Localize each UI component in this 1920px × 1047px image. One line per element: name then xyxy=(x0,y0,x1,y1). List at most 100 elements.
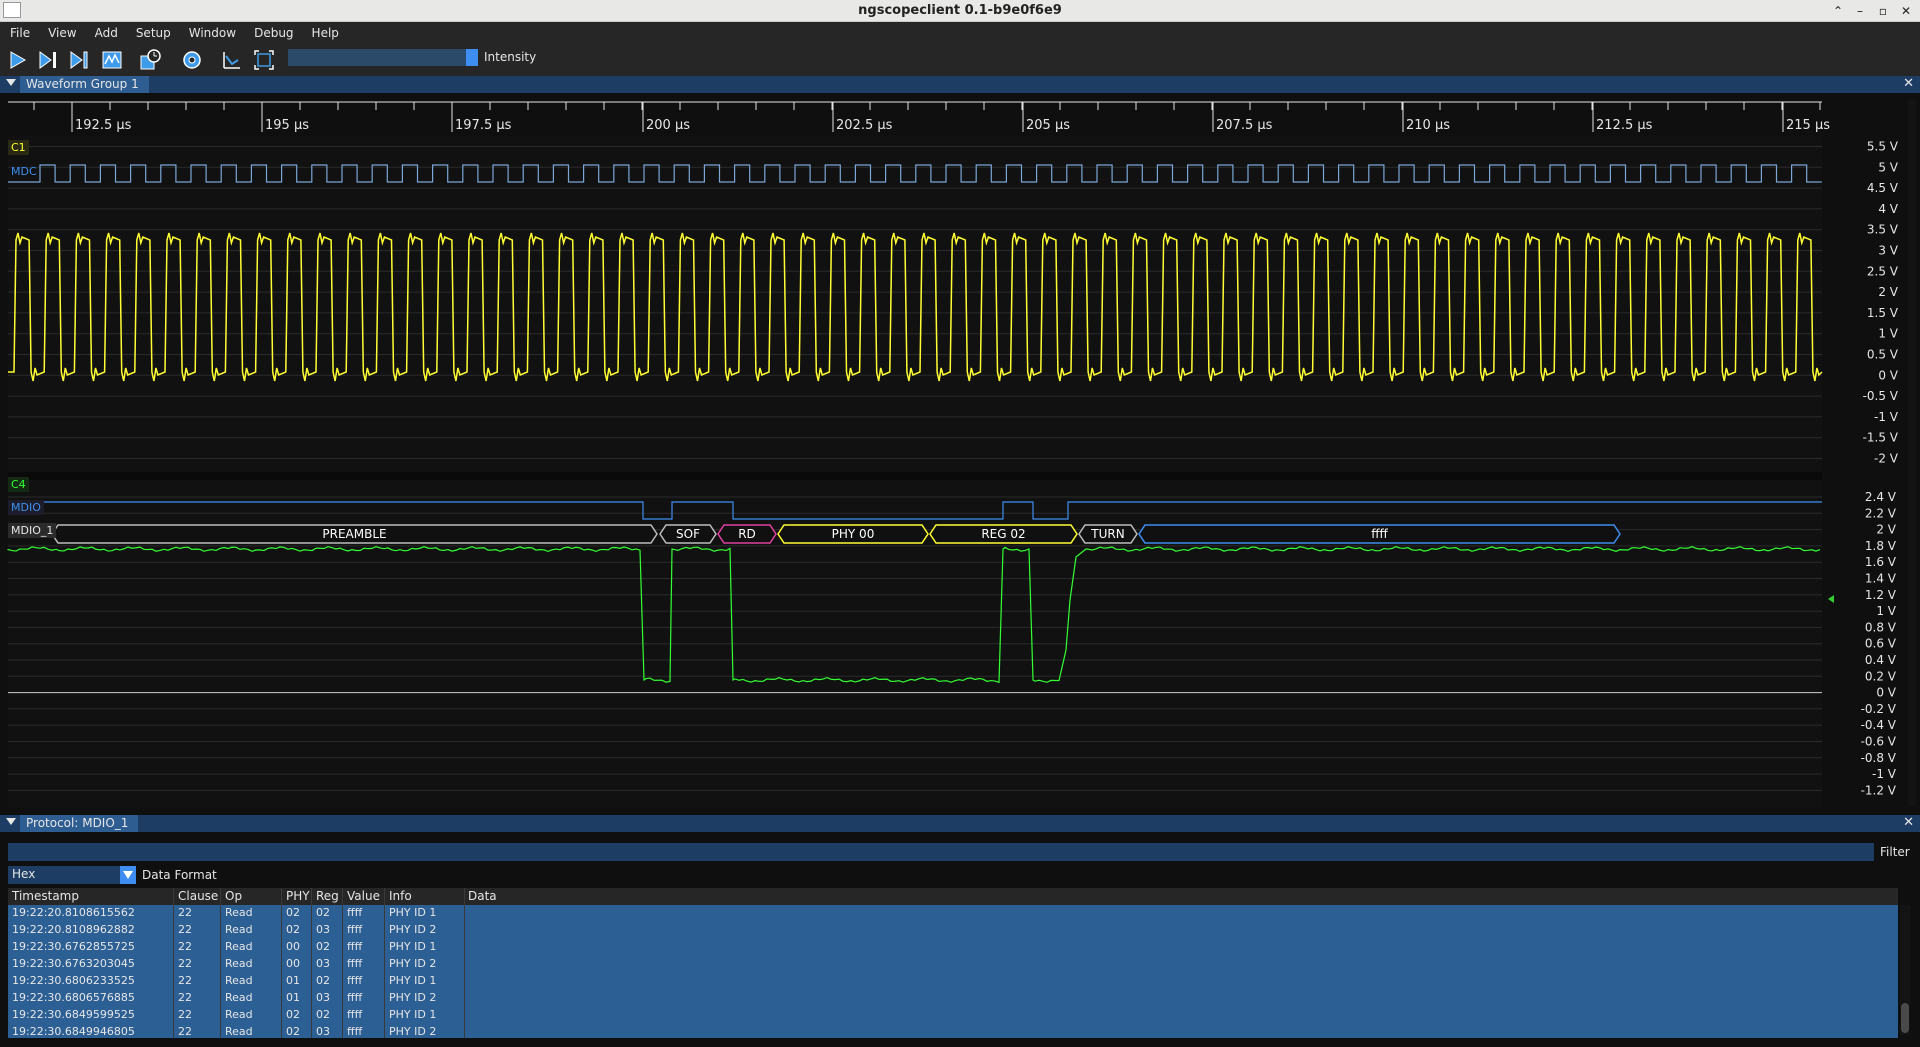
column-separator[interactable] xyxy=(311,888,312,1038)
cell-info: PHY ID 1 xyxy=(389,940,437,953)
intensity-slider[interactable] xyxy=(288,49,478,66)
menu-file[interactable]: File xyxy=(0,22,38,44)
column-separator[interactable] xyxy=(173,888,174,1038)
v-tick-label: 0 V xyxy=(1876,686,1896,700)
column-header-info[interactable]: Info xyxy=(389,889,412,903)
cell-clause: 22 xyxy=(178,906,192,919)
minimize-icon[interactable]: – xyxy=(1850,1,1870,21)
digital-label-mdio[interactable]: MDIO xyxy=(8,500,44,515)
table-row[interactable]: 19:22:30.6763203045 22 Read 00 03 ffff PHY ID … xyxy=(8,956,1898,973)
cell-op: Read xyxy=(225,906,253,919)
column-header-timestamp[interactable]: Timestamp xyxy=(12,889,79,903)
waveform-scrollbar[interactable] xyxy=(1908,100,1916,805)
column-separator[interactable] xyxy=(342,888,343,1038)
menu-help[interactable]: Help xyxy=(302,22,347,44)
v-tick-label: 0 V xyxy=(1878,368,1898,382)
table-row[interactable]: 19:22:30.6806233525 22 Read 01 02 ffff PHY ID … xyxy=(8,973,1898,990)
cell-info: PHY ID 2 xyxy=(389,923,437,936)
maximize-icon[interactable]: ▫ xyxy=(1873,1,1893,21)
column-separator[interactable] xyxy=(464,888,465,1038)
play-icon[interactable] xyxy=(5,48,29,72)
data-format-select[interactable]: Hex xyxy=(8,866,136,884)
cell-info: PHY ID 2 xyxy=(389,991,437,1004)
plot-separator[interactable] xyxy=(8,472,1822,480)
time-tick-label: 202.5 µs xyxy=(836,118,893,133)
menu-window[interactable]: Window xyxy=(179,22,244,44)
cell-op: Read xyxy=(225,974,253,987)
measure-icon[interactable] xyxy=(220,48,244,72)
autoscale-icon[interactable] xyxy=(252,48,276,72)
cell-clause: 22 xyxy=(178,974,192,987)
close-icon[interactable]: ✕ xyxy=(1903,815,1914,830)
cell-value: ffff xyxy=(347,957,363,970)
menu-add[interactable]: Add xyxy=(85,22,126,44)
v-tick-label: 2 V xyxy=(1876,523,1896,537)
intensity-slider-handle[interactable] xyxy=(466,49,478,66)
time-tick-label: 205 µs xyxy=(1026,118,1070,133)
trigger-level-marker[interactable] xyxy=(1828,595,1834,603)
menu-view[interactable]: View xyxy=(38,22,84,44)
column-header-reg[interactable]: Reg xyxy=(316,889,339,903)
data-format-label: Data Format xyxy=(142,868,217,882)
cell-op: Read xyxy=(225,1025,253,1038)
collapse-arrow-icon[interactable] xyxy=(6,818,16,825)
cell-value: ffff xyxy=(347,940,363,953)
cell-value: ffff xyxy=(347,906,363,919)
menu-debug[interactable]: Debug xyxy=(244,22,301,44)
table-row[interactable]: 19:22:30.6762855725 22 Read 00 02 ffff PHY ID … xyxy=(8,939,1898,956)
table-row[interactable]: 19:22:20.8108615562 22 Read 02 02 ffff PHY ID … xyxy=(8,905,1898,922)
table-row[interactable]: 19:22:30.6849599525 22 Read 02 02 ffff PHY ID … xyxy=(8,1007,1898,1024)
chevron-down-icon[interactable] xyxy=(120,866,136,884)
protocol-header: Protocol: MDIO_1 ✕ xyxy=(0,815,1920,832)
close-window-icon[interactable]: ✕ xyxy=(1896,1,1916,21)
v-tick-label: -1.2 V xyxy=(1861,783,1897,797)
v-tick-label: -0.4 V xyxy=(1861,718,1897,732)
decode-segment-label: SOF xyxy=(676,527,700,541)
cell-phy: 00 xyxy=(286,940,300,953)
v-tick-label: 2.5 V xyxy=(1867,264,1899,278)
channel-label-c1[interactable]: C1 xyxy=(8,140,29,155)
tab-waveform-group[interactable]: Waveform Group 1 xyxy=(20,76,149,93)
waveform-icon[interactable] xyxy=(100,48,124,72)
cell-op: Read xyxy=(225,940,253,953)
v-tick-label: 3.5 V xyxy=(1867,223,1899,237)
plot-c1-area[interactable] xyxy=(8,136,1822,472)
play-next-icon[interactable] xyxy=(67,48,91,72)
cell-value: ffff xyxy=(347,1008,363,1021)
table-row[interactable]: 19:22:20.8108962882 22 Read 02 03 ffff PHY ID … xyxy=(8,922,1898,939)
collapse-icon[interactable]: ⌃ xyxy=(1828,1,1848,21)
column-separator[interactable] xyxy=(220,888,221,1038)
v-tick-label: 0.5 V xyxy=(1867,348,1899,362)
column-header-op[interactable]: Op xyxy=(225,889,242,903)
decode-label-mdio1[interactable]: MDIO_1 xyxy=(8,523,57,538)
table-scrollbar-thumb[interactable] xyxy=(1901,1003,1909,1033)
play-single-icon[interactable] xyxy=(36,48,60,72)
column-header-data[interactable]: Data xyxy=(468,889,497,903)
channel-label-c4[interactable]: C4 xyxy=(8,477,29,492)
cell-phy: 00 xyxy=(286,957,300,970)
table-header: Timestamp Clause Op PHY Reg Value Info D… xyxy=(8,888,1898,905)
filter-input[interactable] xyxy=(8,843,1874,861)
column-header-value[interactable]: Value xyxy=(347,889,380,903)
column-separator[interactable] xyxy=(281,888,282,1038)
column-separator[interactable] xyxy=(384,888,385,1038)
tab-protocol[interactable]: Protocol: MDIO_1 xyxy=(20,815,139,832)
table-row[interactable]: 19:22:30.6849946805 22 Read 02 03 ffff PHY ID … xyxy=(8,1024,1898,1041)
settings-icon[interactable] xyxy=(180,48,204,72)
v-tick-label: 0.2 V xyxy=(1865,669,1897,683)
decode-segment-label: REG 02 xyxy=(981,527,1025,541)
cell-timestamp: 19:22:30.6849946805 xyxy=(12,1025,135,1038)
v-tick-label: 2.4 V xyxy=(1865,490,1897,504)
cell-op: Read xyxy=(225,991,253,1004)
table-row[interactable]: 19:22:30.6806576885 22 Read 01 03 ffff PHY ID … xyxy=(8,990,1898,1007)
history-icon[interactable] xyxy=(138,48,162,72)
menu-setup[interactable]: Setup xyxy=(126,22,179,44)
close-icon[interactable]: ✕ xyxy=(1903,76,1914,91)
v-tick-label: -0.2 V xyxy=(1861,702,1897,716)
waveform-canvas[interactable]: 192.5 µs 195 µs 197.5 µs 200 µs 202.5 µs 205 … xyxy=(0,100,1920,810)
cell-reg: 03 xyxy=(316,1025,330,1038)
digital-label-mdc[interactable]: MDC xyxy=(8,164,40,179)
column-header-clause[interactable]: Clause xyxy=(178,889,218,903)
collapse-arrow-icon[interactable] xyxy=(6,79,16,86)
column-header-phy[interactable]: PHY xyxy=(286,889,310,903)
